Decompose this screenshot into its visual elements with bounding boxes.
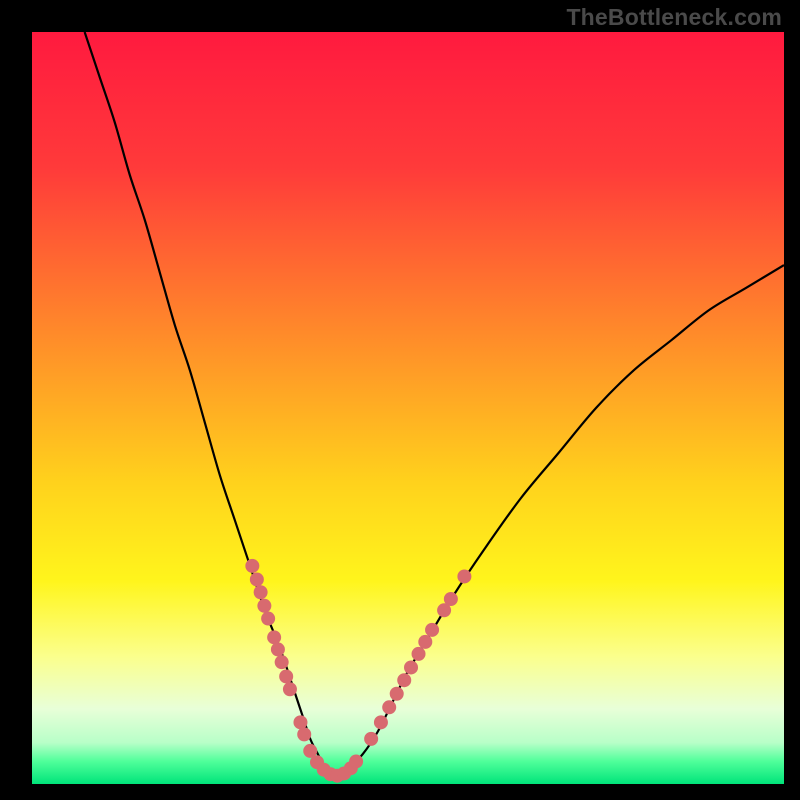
plot-area — [32, 32, 784, 784]
chart-frame: TheBottleneck.com — [0, 0, 800, 800]
watermark-label: TheBottleneck.com — [566, 4, 782, 31]
background-gradient — [32, 32, 784, 784]
